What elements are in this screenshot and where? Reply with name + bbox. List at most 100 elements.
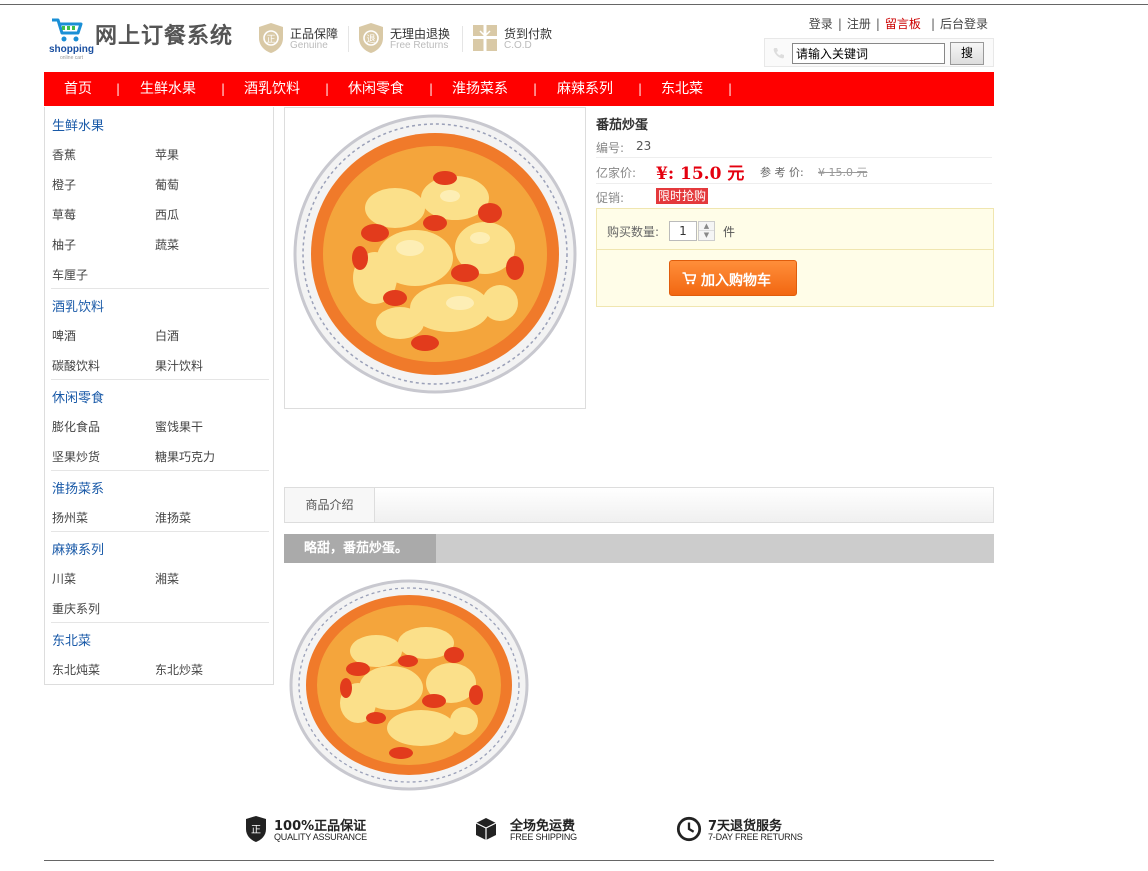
genuine-badge-icon: 正	[246, 816, 266, 842]
category-item[interactable]: 葡萄	[155, 176, 179, 193]
nav-home[interactable]: 首页	[64, 72, 92, 106]
purchase-divider	[597, 249, 993, 250]
nav-huaiyang[interactable]: 淮扬菜系	[452, 72, 508, 106]
category-title[interactable]: 休闲零食	[52, 387, 104, 406]
category-item[interactable]: 蔬菜	[155, 236, 179, 253]
chevron-up-icon[interactable]: ▲	[699, 222, 714, 231]
category-item[interactable]: 湘菜	[155, 570, 179, 587]
nav-fresh-fruit[interactable]: 生鲜水果	[140, 72, 196, 106]
category-item[interactable]: 膨化食品	[52, 418, 100, 435]
category-item[interactable]: 重庆系列	[52, 600, 100, 617]
clock-icon	[676, 816, 702, 842]
promo-returns-subtitle: Free Returns	[390, 40, 449, 51]
category-item[interactable]: 香蕉	[52, 146, 76, 163]
category-item[interactable]: 橙子	[52, 176, 76, 193]
nav-separator: |	[429, 82, 434, 96]
category-item[interactable]: 东北炒菜	[155, 661, 203, 678]
category-title[interactable]: 淮扬菜系	[52, 478, 104, 497]
return-icon: 退	[359, 23, 383, 53]
category-title[interactable]: 麻辣系列	[52, 539, 104, 558]
category-item[interactable]: 柚子	[52, 236, 76, 253]
register-link[interactable]: 注册	[847, 15, 871, 32]
promotion-label: 促销:	[596, 191, 625, 205]
search-input[interactable]: 请输入关键词	[792, 43, 945, 64]
cart-icon	[682, 272, 696, 285]
admin-login-link[interactable]: 后台登录	[940, 15, 988, 32]
tomato-egg-dish-image	[289, 579, 529, 791]
footer-divider	[44, 860, 994, 861]
chevron-down-icon[interactable]: ▼	[699, 231, 714, 240]
search-bar: 请输入关键词 搜	[764, 38, 994, 67]
category-title[interactable]: 生鲜水果	[52, 115, 104, 134]
product-price: ¥: 15.0 元	[656, 164, 745, 184]
category-divider	[51, 379, 269, 380]
price-label: 亿家价:	[596, 166, 637, 180]
category-item[interactable]: 草莓	[52, 206, 76, 223]
description-image	[286, 573, 536, 795]
search-button[interactable]: 搜	[950, 42, 984, 65]
logo-word-sub: online cart	[60, 55, 84, 61]
category-item[interactable]: 车厘子	[52, 266, 88, 283]
category-divider	[51, 470, 269, 471]
gift-cod-icon	[473, 25, 497, 51]
footer-quality-subtitle: QUALITY ASSURANCE	[274, 832, 367, 842]
product-name: 番茄炒蛋	[596, 118, 649, 133]
category-item[interactable]: 扬州菜	[52, 509, 88, 526]
product-code-label: 编号:	[596, 141, 625, 155]
product-image[interactable]	[284, 107, 586, 409]
nav-separator: |	[116, 82, 121, 96]
footer-returns-subtitle: 7-DAY FREE RETURNS	[708, 832, 803, 842]
description-header: 略甜，番茄炒蛋。	[284, 534, 994, 563]
top-divider	[0, 4, 1148, 5]
category-item[interactable]: 白酒	[155, 327, 179, 344]
product-code: 23	[636, 139, 652, 153]
category-title[interactable]: 酒乳饮料	[52, 296, 104, 315]
description-title: 略甜，番茄炒蛋。	[284, 534, 436, 563]
tomato-egg-dish-image	[293, 114, 577, 394]
purchase-box: 购买数量: 1 ▲ ▼ 件 加入购物车	[596, 208, 994, 307]
category-item[interactable]: 苹果	[155, 146, 179, 163]
promo-cod-subtitle: C.O.D	[504, 40, 532, 51]
category-item[interactable]: 东北炖菜	[52, 661, 100, 678]
category-item[interactable]: 西瓜	[155, 206, 179, 223]
category-divider	[51, 622, 269, 623]
nav-snacks[interactable]: 休闲零食	[348, 72, 404, 106]
category-item[interactable]: 碳酸饮料	[52, 357, 100, 374]
nav-spicy[interactable]: 麻辣系列	[557, 72, 613, 106]
site-logo[interactable]: shopping online cart 网上订餐系统	[48, 14, 238, 62]
login-link[interactable]: 登录	[809, 15, 833, 32]
category-title[interactable]: 东北菜	[52, 630, 91, 649]
nav-separator: |	[325, 82, 330, 96]
nav-dongbei[interactable]: 东北菜	[661, 72, 703, 106]
detail-tabs: 商品介绍	[284, 487, 994, 523]
category-item[interactable]: 淮扬菜	[155, 509, 191, 526]
top-links: 登录 | 注册 | 留言板 | 后台登录	[809, 15, 988, 32]
message-board-link[interactable]: 留言板	[885, 15, 921, 32]
phone-icon	[773, 48, 784, 59]
reference-price-label: 参 考 价:	[760, 166, 804, 179]
category-item[interactable]: 啤酒	[52, 327, 76, 344]
category-divider	[51, 531, 269, 532]
promo-divider	[348, 26, 349, 52]
nav-separator: |	[638, 82, 643, 96]
quantity-input[interactable]: 1	[669, 221, 697, 241]
nav-drinks[interactable]: 酒乳饮料	[244, 72, 300, 106]
add-to-cart-label: 加入购物车	[701, 273, 771, 289]
main-nav: 首页 | 生鲜水果 | 酒乳饮料 | 休闲零食 | 淮扬菜系 | 麻辣系列 | …	[44, 72, 994, 106]
quantity-label: 购买数量:	[607, 225, 660, 239]
category-item[interactable]: 果汁饮料	[155, 357, 203, 374]
tab-product-intro[interactable]: 商品介绍	[285, 488, 375, 522]
quantity-stepper[interactable]: ▲ ▼	[698, 221, 715, 241]
link-separator: |	[930, 17, 935, 31]
category-item[interactable]: 蜜饯果干	[155, 418, 203, 435]
add-to-cart-button[interactable]: 加入购物车	[669, 260, 797, 296]
reference-price: ¥ 15.0 元	[818, 166, 868, 179]
category-item[interactable]: 坚果炒货	[52, 448, 100, 465]
box-icon	[475, 818, 497, 840]
category-item[interactable]: 川菜	[52, 570, 76, 587]
info-divider	[596, 157, 992, 158]
shield-genuine-icon: 正	[259, 23, 283, 53]
category-item[interactable]: 糖果巧克力	[155, 448, 215, 465]
site-title: 网上订餐系统	[95, 24, 234, 49]
link-separator: |	[837, 17, 842, 31]
